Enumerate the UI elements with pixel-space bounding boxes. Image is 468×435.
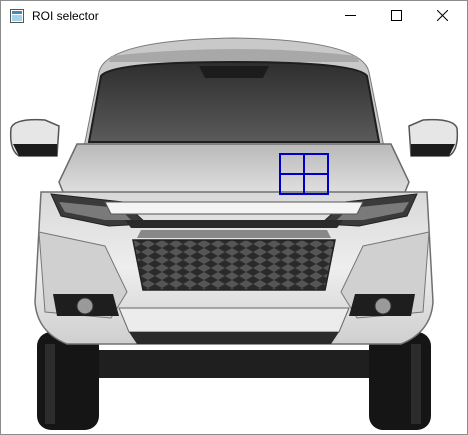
roi-selector-window: ROI selector — [0, 0, 468, 435]
mirror-right — [408, 118, 459, 157]
tyre-left — [37, 332, 99, 430]
car-front-image — [9, 37, 459, 430]
tyre-right — [369, 332, 431, 430]
close-button[interactable] — [419, 1, 465, 32]
roi-selection-box[interactable] — [279, 153, 329, 195]
mirror-left — [9, 118, 60, 157]
minimize-icon — [344, 8, 356, 26]
fog-lamp-left — [53, 294, 119, 316]
maximize-icon — [390, 8, 402, 26]
lower-grille — [132, 239, 336, 291]
maximize-button[interactable] — [373, 1, 419, 32]
title-bar[interactable]: ROI selector — [1, 1, 467, 32]
opencv-window-icon — [10, 9, 24, 23]
minimize-button[interactable] — [327, 1, 373, 32]
window-title: ROI selector — [32, 9, 99, 23]
close-icon — [436, 8, 448, 26]
image-canvas[interactable] — [1, 32, 467, 434]
fog-lamp-right — [349, 294, 415, 316]
